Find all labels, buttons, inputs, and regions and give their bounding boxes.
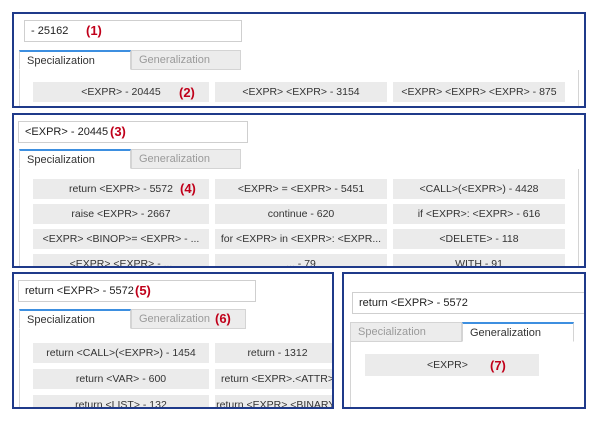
- tab-label: Specialization: [27, 54, 95, 67]
- tab-label: Generalization: [139, 313, 210, 325]
- annotation-label: (3): [110, 124, 126, 139]
- results-area: <EXPR>: [350, 342, 584, 407]
- tab-generalization[interactable]: Generalization: [131, 50, 241, 70]
- result-item[interactable]: WITH - 91: [393, 254, 565, 266]
- annotation-label: (1): [86, 23, 102, 38]
- result-item[interactable]: <EXPR> <EXPR> - ...: [33, 254, 209, 266]
- tab-bar: Specialization Generalization: [19, 50, 579, 70]
- annotation-label: (7): [490, 358, 506, 373]
- result-item[interactable]: <EXPR>: [365, 354, 539, 376]
- tab-label: Specialization: [27, 313, 95, 326]
- tab-bar: Specialization Generalization: [19, 149, 579, 169]
- tab-bar: Specialization Generalization: [350, 322, 584, 342]
- result-item[interactable]: <EXPR> <EXPR> <EXPR> - 875: [393, 82, 565, 102]
- results-area: return <EXPR> - 5572 <EXPR> = <EXPR> - 5…: [19, 169, 579, 266]
- result-item[interactable]: return <CALL>(<EXPR>) - 1454: [33, 343, 209, 363]
- query-text: return <EXPR> - 5572: [25, 285, 134, 297]
- query-field[interactable]: - 25162: [24, 20, 242, 42]
- result-item[interactable]: <EXPR> <BINOP>= <EXPR> - ...: [33, 229, 209, 249]
- query-text: - 25162: [31, 25, 69, 37]
- result-item[interactable]: <EXPR> = <EXPR> - 5451: [215, 179, 387, 199]
- result-item[interactable]: return <EXPR>.<ATTR>: [215, 369, 332, 389]
- annotation-label: (2): [179, 85, 195, 100]
- panel-4: return <EXPR> - 5572 Specialization Gene…: [342, 272, 586, 409]
- query-field[interactable]: <EXPR> - 20445: [18, 121, 248, 143]
- result-item[interactable]: return <EXPR> <BINARY(: [215, 395, 332, 407]
- tab-label: Generalization: [470, 326, 541, 339]
- annotation-label: (6): [215, 311, 231, 326]
- result-item[interactable]: <EXPR> <EXPR> - 3154: [215, 82, 387, 102]
- tab-label: Generalization: [139, 153, 210, 165]
- tab-specialization[interactable]: Specialization: [19, 149, 131, 169]
- tab-label: Specialization: [27, 153, 95, 166]
- tab-bar: Specialization Generalization: [19, 309, 332, 329]
- tab-specialization[interactable]: Specialization: [19, 50, 131, 70]
- result-item[interactable]: <DELETE> - 118: [393, 229, 565, 249]
- result-item[interactable]: return <VAR> - 600: [33, 369, 209, 389]
- result-item[interactable]: continue - 620: [215, 204, 387, 224]
- tab-specialization[interactable]: Specialization: [19, 309, 131, 329]
- result-item[interactable]: if <EXPR>: <EXPR> - 616: [393, 204, 565, 224]
- query-field[interactable]: return <EXPR> - 5572: [352, 292, 584, 314]
- query-text: <EXPR> - 20445: [25, 126, 109, 138]
- annotation-label: (4): [180, 181, 196, 196]
- annotation-label: (5): [135, 283, 151, 298]
- tab-generalization[interactable]: Generalization: [462, 322, 574, 342]
- result-item[interactable]: for <EXPR> in <EXPR>: <EXPR...: [215, 229, 387, 249]
- tab-generalization[interactable]: Generalization: [131, 149, 241, 169]
- panel-1: - 25162 (1) Specialization Generalizatio…: [12, 12, 586, 108]
- query-text: return <EXPR> - 5572: [359, 297, 468, 309]
- tab-label: Generalization: [139, 54, 210, 66]
- panel-3: return <EXPR> - 5572 (5) Specialization …: [12, 272, 334, 409]
- results-area: <EXPR> - 20445 <EXPR> <EXPR> - 3154 <EXP…: [19, 70, 579, 106]
- result-item[interactable]: ... - 79: [215, 254, 387, 266]
- panel-2: <EXPR> - 20445 (3) Specialization Genera…: [12, 113, 586, 268]
- tab-label: Specialization: [358, 326, 426, 338]
- results-area: return <CALL>(<EXPR>) - 1454 return - 13…: [19, 329, 332, 407]
- result-item[interactable]: return <LIST> - 132: [33, 395, 209, 407]
- result-item[interactable]: <CALL>(<EXPR>) - 4428: [393, 179, 565, 199]
- result-item[interactable]: raise <EXPR> - 2667: [33, 204, 209, 224]
- tab-specialization[interactable]: Specialization: [350, 322, 462, 342]
- result-item[interactable]: return - 1312: [215, 343, 332, 363]
